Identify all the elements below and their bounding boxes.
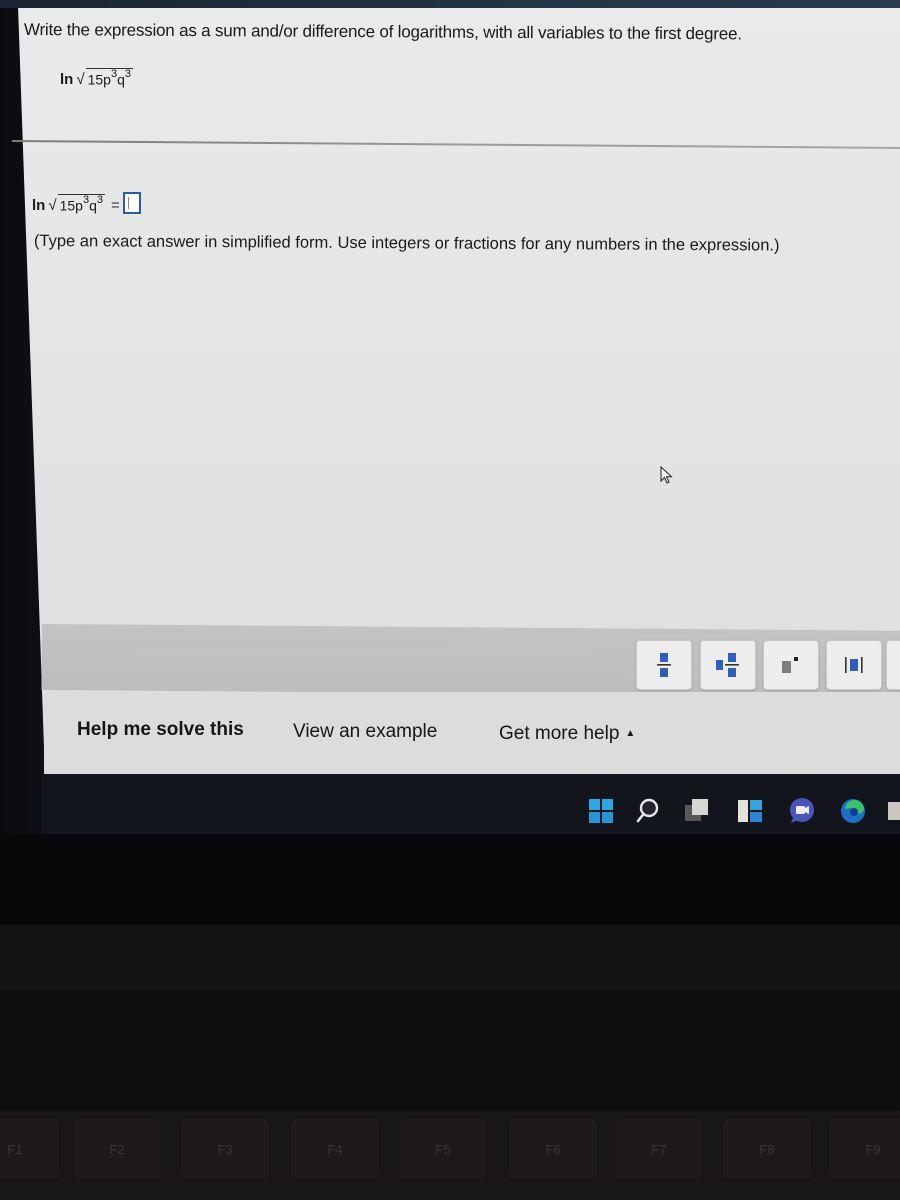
mouse-cursor-icon [660, 466, 673, 484]
absolute-value-button[interactable] [826, 640, 882, 690]
equals-sign: = [111, 197, 120, 214]
fraction-button[interactable] [636, 640, 692, 690]
file-explorer-icon[interactable] [886, 796, 900, 824]
keyboard-key: F6 [508, 1118, 598, 1180]
absolute-value-icon [845, 657, 863, 673]
keyboard-key: F3 [180, 1118, 270, 1180]
fraction-icon [657, 653, 671, 677]
exponent-q: 3 [124, 68, 131, 80]
keyboard-key: F4 [290, 1118, 380, 1180]
ln-function: ln [60, 70, 74, 88]
keyboard-key: F7 [614, 1118, 704, 1180]
given-expression: ln √ 15p3q3 [60, 68, 133, 88]
view-example-link[interactable]: View an example [293, 721, 437, 743]
key-label: F6 [545, 1141, 561, 1157]
widgets-icon[interactable] [737, 796, 763, 824]
exponent-p: 3 [110, 68, 118, 80]
keyboard-key: F8 [722, 1118, 812, 1180]
key-label: F3 [217, 1141, 233, 1157]
variable-q: q [117, 71, 125, 88]
keyboard-key: F2 [72, 1118, 162, 1180]
teams-chat-icon[interactable] [789, 796, 815, 824]
exponent-button[interactable] [763, 640, 819, 690]
help-me-solve-link[interactable]: Help me solve this [77, 719, 244, 741]
key-label: F5 [435, 1141, 451, 1157]
radicand: 15p3q3 [85, 68, 133, 88]
keyboard-hinge-area [0, 990, 900, 1110]
window-top-edge [0, 0, 900, 8]
search-icon[interactable] [634, 796, 660, 824]
radical-sign: √ [48, 197, 57, 214]
mixed-number-button[interactable] [700, 640, 756, 690]
windows-start-icon[interactable] [588, 796, 614, 824]
windows-taskbar [42, 774, 900, 834]
answer-row: ln √ 15p3q3 = [32, 192, 141, 214]
mixed-number-icon [716, 653, 739, 677]
task-view-icon[interactable] [684, 796, 710, 824]
exponent-q: 3 [96, 194, 103, 207]
keyboard-key: F9 [828, 1118, 900, 1180]
answer-input[interactable] [122, 192, 141, 214]
ln-function: ln [32, 197, 46, 214]
coefficient: 15 [59, 198, 76, 214]
variable-p: p [103, 71, 111, 88]
variable-p: p [75, 198, 83, 214]
edge-browser-icon[interactable] [840, 796, 866, 824]
keyboard-key: F5 [398, 1118, 488, 1180]
caret-up-icon: ▲ [625, 728, 636, 739]
key-label: F9 [865, 1141, 881, 1157]
coefficient: 15 [87, 71, 104, 88]
key-label: F7 [651, 1141, 667, 1157]
variable-q: q [89, 198, 97, 214]
answer-expression: ln √ 15p3q3 [32, 194, 105, 214]
key-label: F1 [7, 1141, 23, 1157]
key-label: F2 [109, 1141, 125, 1157]
radical-sign: √ [76, 70, 85, 88]
exponent-icon [782, 657, 798, 673]
more-palette-button[interactable] [886, 640, 900, 690]
get-more-help-label: Get more help [499, 723, 620, 744]
key-label: F8 [759, 1141, 775, 1157]
keyboard-key: F1 [0, 1118, 60, 1180]
radicand: 15p3q3 [57, 194, 105, 214]
key-label: F4 [327, 1141, 343, 1157]
exponent-p: 3 [82, 194, 90, 207]
get-more-help-link[interactable]: Get more help ▲ [499, 723, 635, 745]
